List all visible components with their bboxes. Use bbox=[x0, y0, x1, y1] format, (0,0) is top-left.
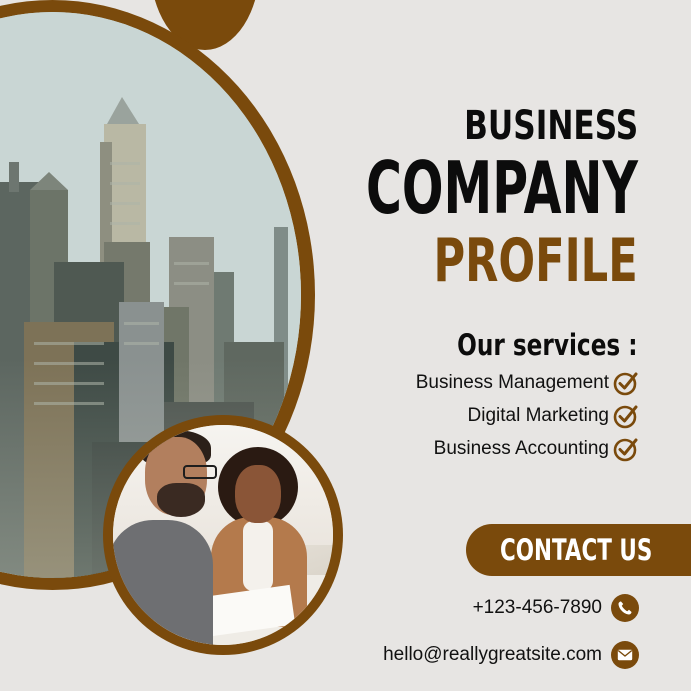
business-meeting-photo bbox=[113, 425, 333, 645]
contact-us-button[interactable]: CONTACT US bbox=[466, 524, 691, 576]
company-profile-flyer: BUSINESS COMPANY PROFILE Our services : … bbox=[0, 0, 691, 691]
title-line-company: COMPANY bbox=[366, 146, 638, 230]
phone-contact[interactable]: +123-456-7890 bbox=[473, 594, 639, 622]
email-contact[interactable]: hello@reallygreatsite.com bbox=[383, 641, 639, 669]
service-item-business-accounting: Business Accounting bbox=[416, 432, 639, 465]
services-heading: Our services : bbox=[457, 328, 638, 362]
phone-number: +123-456-7890 bbox=[472, 597, 602, 618]
service-label: Digital Marketing bbox=[467, 404, 610, 426]
envelope-icon bbox=[611, 641, 639, 669]
glasses bbox=[183, 465, 217, 479]
phone-icon bbox=[611, 594, 639, 622]
check-circle-icon bbox=[613, 403, 639, 429]
services-list: Business Management Digital Marketing Bu… bbox=[416, 366, 639, 465]
woman-top bbox=[243, 521, 273, 591]
email-address: hello@reallygreatsite.com bbox=[383, 644, 602, 665]
service-label: Business Accounting bbox=[433, 437, 609, 459]
check-circle-icon bbox=[613, 370, 639, 396]
service-item-business-management: Business Management bbox=[416, 366, 639, 399]
title-line-business: BUSINESS bbox=[463, 103, 638, 149]
woman-face bbox=[235, 465, 281, 523]
title-line-profile: PROFILE bbox=[433, 226, 638, 296]
contact-us-label: CONTACT US bbox=[500, 533, 653, 567]
man-beard bbox=[157, 483, 205, 517]
service-label: Business Management bbox=[415, 371, 609, 393]
service-item-digital-marketing: Digital Marketing bbox=[416, 399, 639, 432]
man-body bbox=[113, 520, 213, 645]
check-circle-icon bbox=[613, 436, 639, 462]
